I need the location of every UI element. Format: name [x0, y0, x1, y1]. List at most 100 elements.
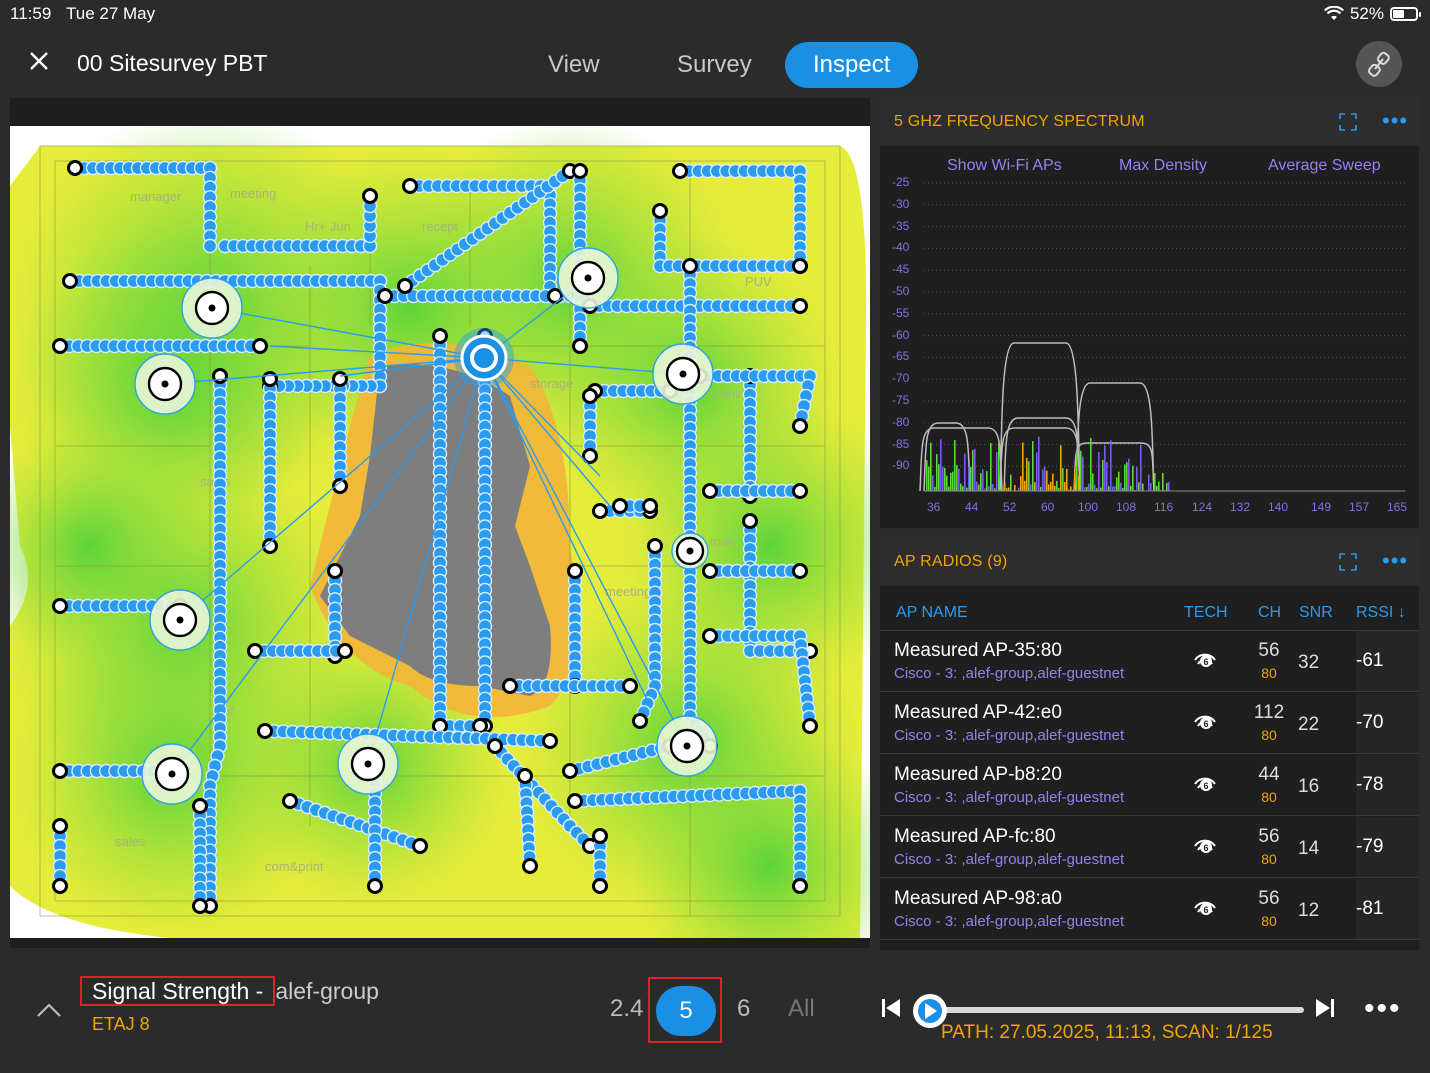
link-off-button[interactable]: [1356, 41, 1402, 87]
y-tick-label: -80: [892, 414, 910, 429]
ap-radios-title: AP RADIOS (9): [894, 553, 1008, 570]
ap-channel-width: 80: [1261, 789, 1277, 805]
chevron-up-icon[interactable]: [36, 1002, 62, 1018]
more-icon[interactable]: •••: [1364, 992, 1402, 1026]
y-tick-label: -40: [892, 240, 910, 255]
battery-percent: 52%: [1349, 4, 1384, 23]
y-tick-label: -55: [892, 305, 910, 320]
ap-vendor-ssids: Cisco - 3: ,alef-group,alef-guestnet: [894, 665, 1125, 682]
ap-rssi: -79: [1356, 817, 1419, 877]
ap-rssi: -61: [1356, 631, 1419, 691]
x-tick-label: 36: [927, 500, 941, 514]
y-tick-label: -45: [892, 262, 910, 277]
heatmap-canvas[interactable]: manager meeting Hr+ Jun recept PUV storage tra…: [10, 126, 870, 938]
svg-text:6: 6: [1203, 657, 1208, 667]
x-tick-label: 108: [1116, 500, 1137, 514]
skip-forward-icon[interactable]: [1314, 996, 1336, 1020]
y-tick-label: -90: [892, 458, 910, 473]
svg-text:sales: sales: [115, 834, 146, 849]
ap-row[interactable]: Measured AP-42:e0 Cisco - 3: ,alef-group,…: [880, 693, 1419, 754]
x-tick-label: 124: [1192, 500, 1213, 514]
band-all[interactable]: All: [788, 995, 815, 1023]
floor-plan-map[interactable]: manager meeting Hr+ Jun recept PUV storage tra…: [10, 98, 870, 948]
ap-snr: 16: [1298, 776, 1320, 797]
status-date: Tue 27 May: [66, 4, 156, 23]
play-icon[interactable]: [925, 1003, 937, 1019]
ap-row[interactable]: Measured AP-98:a0 Cisco - 3: ,alef-group,…: [880, 879, 1419, 940]
close-icon[interactable]: [24, 46, 54, 76]
svg-text:6: 6: [1203, 719, 1208, 729]
ap-name: Measured AP-fc:80: [894, 826, 1056, 847]
ap-name: Measured AP-b8:20: [894, 764, 1062, 785]
ap-row[interactable]: Measured AP-fc:80 Cisco - 3: ,alef-group,…: [880, 817, 1419, 878]
y-tick-label: -25: [892, 175, 910, 189]
ap-radios-header: AP RADIOS (9) •••: [880, 538, 1419, 586]
heatmap-metric-label[interactable]: Signal Strength - alef-group: [80, 976, 379, 1006]
spectrum-panel: 5 GHZ FREQUENCY SPECTRUM ••• Show Wi-Fi …: [880, 98, 1419, 528]
x-tick-label: 140: [1268, 500, 1289, 514]
ap-channel-width: 80: [1261, 913, 1277, 929]
status-right: 52%: [1323, 4, 1421, 24]
bottom-bar: Signal Strength - alef-group ETAJ 8 2.4 5…: [0, 950, 1430, 1073]
expand-icon[interactable]: [1338, 552, 1358, 572]
tab-view[interactable]: View: [520, 42, 628, 88]
svg-text:meeting: meeting: [230, 186, 276, 201]
more-options-icon[interactable]: •••: [1382, 550, 1408, 572]
col-tech[interactable]: TECH: [1184, 604, 1228, 622]
band-6[interactable]: 6: [737, 995, 750, 1023]
col-rssi[interactable]: RSSI ↓: [1356, 604, 1406, 622]
status-time: 11:59: [10, 4, 52, 23]
x-tick-label: 149: [1311, 500, 1332, 514]
x-tick-label: 44: [965, 500, 979, 514]
col-snr[interactable]: SNR: [1299, 604, 1333, 622]
top-bar: 00 Sitesurvey PBT View Survey Inspect: [0, 28, 1430, 98]
ap-vendor-ssids: Cisco - 3: ,alef-group,alef-guestnet: [894, 913, 1125, 930]
tab-survey[interactable]: Survey: [649, 42, 780, 88]
ap-row[interactable]: Measured AP-35:80 Cisco - 3: ,alef-group,…: [880, 631, 1419, 692]
svg-text:6: 6: [1203, 781, 1208, 791]
ap-rssi: -70: [1356, 693, 1419, 753]
x-tick-label: 52: [1003, 500, 1017, 514]
x-tick-label: 165: [1387, 500, 1408, 514]
svg-text:Hr+ Jun: Hr+ Jun: [305, 219, 351, 234]
skip-back-icon[interactable]: [880, 996, 902, 1020]
svg-text:meeting: meeting: [605, 584, 651, 599]
ap-row[interactable]: Measured AP-b8:20 Cisco - 3: ,alef-group,…: [880, 755, 1419, 816]
band-2-4[interactable]: 2.4: [610, 995, 643, 1023]
ap-channel: 56: [1258, 640, 1280, 661]
wifi-icon: [1323, 6, 1344, 20]
ap-channel-width: 80: [1261, 851, 1277, 867]
battery-icon: [1390, 7, 1421, 21]
ap-channel: 112: [1253, 702, 1285, 723]
x-tick-label: 60: [1041, 500, 1055, 514]
col-ch[interactable]: CH: [1258, 604, 1281, 622]
ap-channel: 56: [1258, 826, 1280, 847]
x-tick-label: 132: [1230, 500, 1251, 514]
y-tick-label: -65: [892, 349, 910, 364]
wifi6-icon: 6: [1194, 653, 1216, 667]
svg-text:recept: recept: [422, 219, 459, 234]
scan-timeline[interactable]: [928, 1007, 1304, 1013]
ap-channel-width: 80: [1261, 665, 1277, 681]
y-tick-label: -30: [892, 196, 910, 211]
svg-text:manager: manager: [130, 189, 182, 204]
y-tick-label: -50: [892, 284, 910, 298]
x-tick-label: 116: [1154, 500, 1174, 514]
ap-snr: 12: [1298, 900, 1320, 921]
status-bar: 11:59 Tue 27 May 52%: [0, 0, 1430, 28]
col-ap-name[interactable]: AP NAME: [896, 604, 968, 622]
ap-rssi: -81: [1356, 879, 1419, 939]
network-name: alef-group: [275, 978, 379, 1004]
ap-channel-width: 80: [1261, 727, 1277, 743]
ap-vendor-ssids: Cisco - 3: ,alef-group,alef-guestnet: [894, 727, 1125, 744]
floor-name: ETAJ 8: [92, 1014, 150, 1034]
link-off-icon: [1367, 51, 1390, 77]
ap-name: Measured AP-35:80: [894, 640, 1062, 661]
ap-name: Measured AP-98:a0: [894, 888, 1062, 909]
project-title: 00 Sitesurvey PBT: [77, 50, 268, 76]
x-tick-label: 100: [1078, 500, 1099, 514]
ap-name: Measured AP-42:e0: [894, 702, 1062, 723]
band-5[interactable]: 5: [656, 986, 716, 1036]
tab-inspect[interactable]: Inspect: [785, 42, 919, 88]
y-tick-label: -60: [892, 327, 910, 342]
